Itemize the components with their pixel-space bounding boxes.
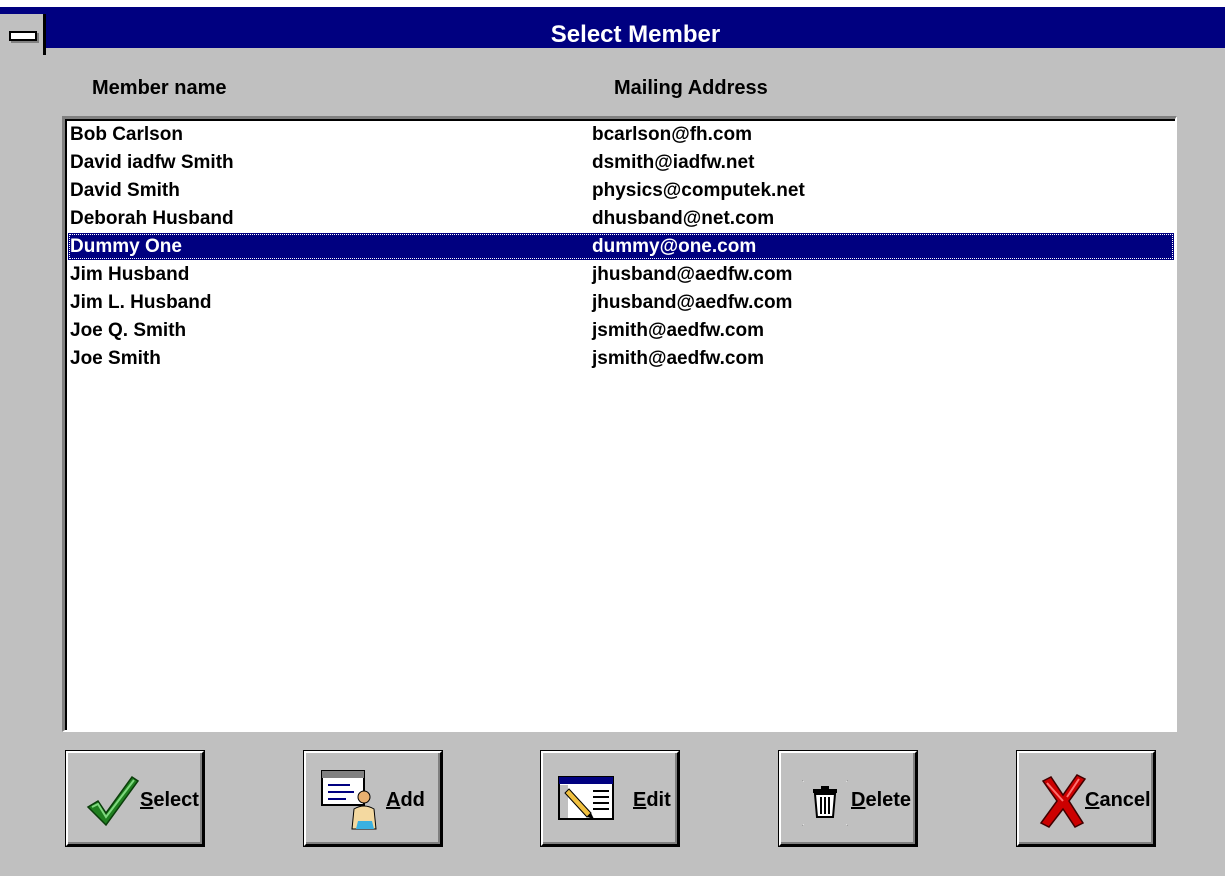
cancel-button[interactable]: Cancel: [1017, 751, 1155, 846]
member-name: Jim Husband: [70, 264, 190, 285]
list-item[interactable]: Bob Carlson bcarlson@fh.com: [68, 121, 1174, 148]
member-address: dummy@one.com: [592, 236, 757, 257]
member-address: jhusband@aedfw.com: [592, 264, 793, 285]
column-header-member-name: Member name: [92, 77, 227, 99]
member-name: Deborah Husband: [70, 208, 234, 229]
list-item[interactable]: Joe Smith jsmith@aedfw.com: [68, 345, 1174, 372]
list-item[interactable]: Jim Husband jhusband@aedfw.com: [68, 261, 1174, 288]
column-header-mailing-address: Mailing Address: [614, 77, 768, 99]
member-name: Dummy One: [70, 236, 182, 257]
member-name: Bob Carlson: [70, 124, 183, 145]
member-address: jhusband@aedfw.com: [592, 292, 793, 313]
select-member-dialog: Select Member Member name Mailing Addres…: [0, 0, 1225, 876]
add-button-label: Add: [386, 789, 425, 811]
trash-icon: [802, 780, 848, 826]
list-item[interactable]: Deborah Husband dhusband@net.com: [68, 205, 1174, 232]
member-name: Jim L. Husband: [70, 292, 212, 313]
list-item[interactable]: David iadfw Smith dsmith@iadfw.net: [68, 149, 1174, 176]
title-bar[interactable]: Select Member: [0, 0, 1225, 55]
cancel-button-label: Cancel: [1085, 789, 1151, 811]
member-address: bcarlson@fh.com: [592, 124, 752, 145]
red-x-icon: [1039, 774, 1087, 828]
member-name: Joe Q. Smith: [70, 320, 187, 341]
add-person-icon: [321, 770, 377, 830]
member-address: jsmith@aedfw.com: [592, 348, 764, 369]
edit-button[interactable]: Edit: [541, 751, 679, 846]
select-button-label: Select: [140, 789, 199, 811]
list-item-selected[interactable]: Dummy One dummy@one.com: [68, 233, 1174, 260]
member-name: David Smith: [70, 180, 180, 201]
system-menu-icon: [9, 31, 37, 41]
edit-document-icon: [558, 776, 614, 820]
member-address: dsmith@iadfw.net: [592, 152, 755, 173]
member-address: dhusband@net.com: [592, 208, 775, 229]
select-button[interactable]: Select: [66, 751, 204, 846]
list-item[interactable]: Joe Q. Smith jsmith@aedfw.com: [68, 317, 1174, 344]
member-name: Joe Smith: [70, 348, 161, 369]
member-address: jsmith@aedfw.com: [592, 320, 764, 341]
window-title: Select Member: [550, 21, 721, 48]
add-button[interactable]: Add: [304, 751, 442, 846]
delete-button-label: Delete: [851, 789, 912, 811]
list-item[interactable]: Jim L. Husband jhusband@aedfw.com: [68, 289, 1174, 316]
delete-button[interactable]: Delete: [779, 751, 917, 846]
list-item[interactable]: David Smith physics@computek.net: [68, 177, 1174, 204]
system-menu-button[interactable]: [0, 14, 46, 55]
checkmark-icon: [86, 775, 140, 827]
member-list[interactable]: Bob Carlson bcarlson@fh.com David iadfw …: [62, 116, 1177, 732]
member-name: David iadfw Smith: [70, 152, 234, 173]
member-address: physics@computek.net: [592, 180, 805, 201]
edit-button-label: Edit: [633, 789, 671, 811]
